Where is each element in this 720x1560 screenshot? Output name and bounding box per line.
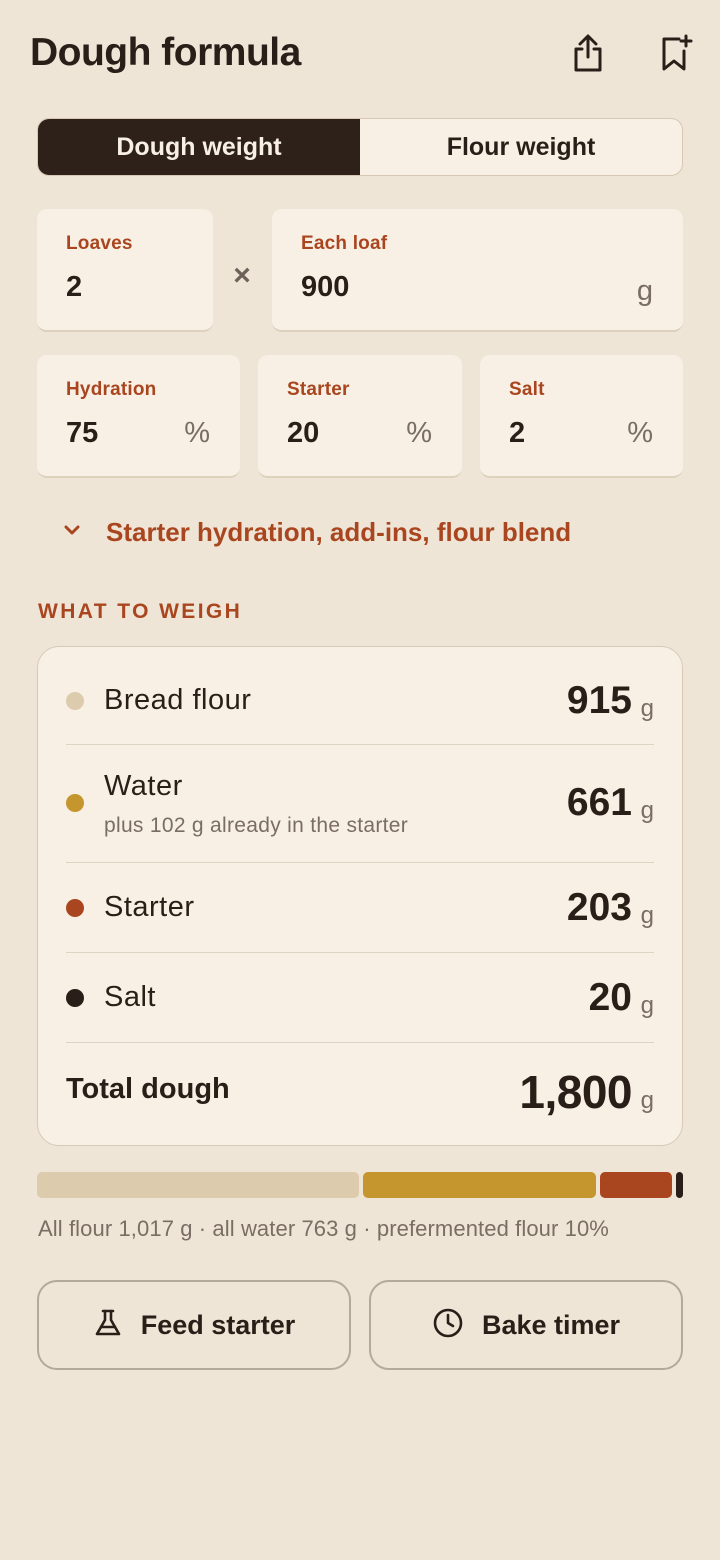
starter-label: Starter <box>287 379 350 400</box>
each-loaf-label: Each loaf <box>301 233 388 254</box>
share-icon[interactable] <box>568 32 608 74</box>
bookmark-add-icon[interactable] <box>656 32 696 74</box>
item-value: 203 <box>566 886 632 929</box>
each-loaf-field[interactable]: Each loaf 900 g <box>272 209 683 332</box>
list-item: Bread flour 915 g <box>66 647 654 745</box>
each-loaf-value[interactable]: 900 <box>301 271 654 304</box>
list-item: Salt 20 g <box>66 953 654 1043</box>
bar-segment-starter <box>600 1172 672 1198</box>
loaves-field[interactable]: Loaves 2 <box>37 209 213 332</box>
water-dot-icon <box>66 794 84 812</box>
bake-timer-label: Bake timer <box>481 1309 621 1340</box>
salt-label: Salt <box>509 379 545 400</box>
feed-starter-label: Feed starter <box>140 1309 296 1340</box>
chevron-down-icon <box>62 523 82 542</box>
flour-dot-icon <box>66 692 84 710</box>
total-row: Total dough 1,800 g <box>66 1043 654 1143</box>
loaves-label: Loaves <box>66 233 133 254</box>
item-value: 20 <box>588 976 632 1019</box>
hydration-label: Hydration <box>66 379 157 400</box>
salt-dot-icon <box>66 989 84 1007</box>
multiply-icon: × <box>233 259 251 292</box>
bar-segment-water <box>363 1172 597 1198</box>
hydration-unit: % <box>184 417 210 449</box>
starter-unit: % <box>406 417 432 449</box>
each-loaf-unit: g <box>636 275 653 307</box>
item-subtitle: plus 102 g already in the starter <box>104 814 409 837</box>
list-item: Water plus 102 g already in the starter … <box>66 745 654 863</box>
composition-caption: All flour 1,017 g · all water 763 g · pr… <box>38 1216 609 1241</box>
flask-icon <box>93 1308 123 1343</box>
header: Dough formula <box>30 28 693 78</box>
tab-flour-weight[interactable]: Flour weight <box>360 119 682 175</box>
tab-dough-weight[interactable]: Dough weight <box>38 119 360 175</box>
total-unit: g <box>640 1087 654 1114</box>
bar-segment-bread-flour <box>37 1172 360 1198</box>
total-value: 1,800 <box>519 1066 632 1118</box>
salt-field[interactable]: Salt 2 % <box>480 355 683 478</box>
item-value: 661 <box>566 781 632 824</box>
weigh-card: Bread flour 915 g Water plus 102 g alrea… <box>37 646 683 1146</box>
total-label: Total dough <box>66 1073 230 1105</box>
advanced-options-toggle[interactable]: Starter hydration, add-ins, flour blend <box>62 512 571 552</box>
feed-starter-button[interactable]: Feed starter <box>37 1280 351 1370</box>
item-name: Starter <box>104 891 195 923</box>
bar-segment-salt <box>675 1172 683 1198</box>
section-title: WHAT TO WEIGH <box>38 600 243 623</box>
bake-timer-button[interactable]: Bake timer <box>369 1280 683 1370</box>
item-name: Water <box>104 770 183 802</box>
item-unit: g <box>640 902 654 929</box>
hydration-field[interactable]: Hydration 75 % <box>37 355 240 478</box>
composition-bar <box>37 1172 683 1198</box>
clock-icon <box>432 1307 464 1344</box>
list-item: Starter 203 g <box>66 863 654 953</box>
mode-toggle: Dough weight Flour weight <box>37 118 683 176</box>
item-unit: g <box>640 695 654 722</box>
starter-dot-icon <box>66 899 84 917</box>
item-unit: g <box>640 992 654 1019</box>
item-name: Bread flour <box>104 684 252 716</box>
item-value: 915 <box>566 679 632 722</box>
advanced-options-label: Starter hydration, add-ins, flour blend <box>106 516 572 547</box>
starter-field[interactable]: Starter 20 % <box>258 355 462 478</box>
loaves-value[interactable]: 2 <box>66 271 184 304</box>
salt-unit: % <box>627 417 653 449</box>
item-name: Salt <box>104 981 156 1013</box>
item-unit: g <box>640 797 654 824</box>
